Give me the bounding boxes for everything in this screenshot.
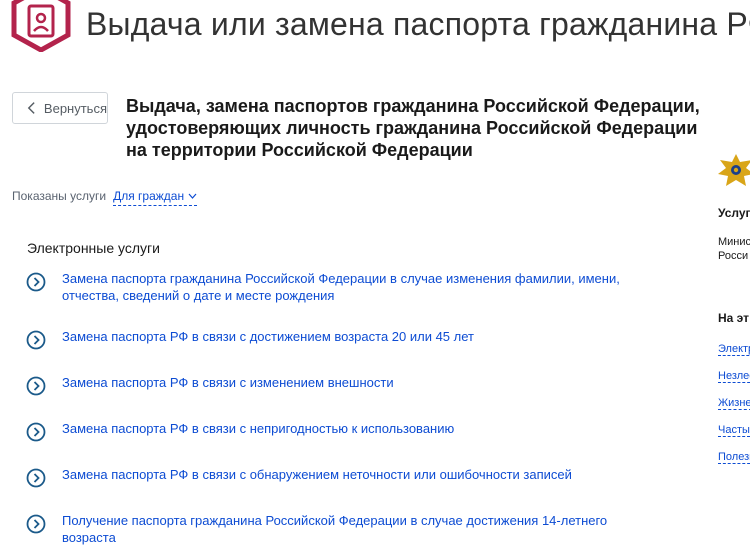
filter-value: Для граждан bbox=[113, 189, 185, 203]
service-link[interactable]: Замена паспорта РФ в связи с непригоднос… bbox=[62, 420, 622, 442]
back-button-label: Вернуться bbox=[43, 100, 107, 116]
arrow-right-circle-icon bbox=[26, 376, 46, 396]
chevron-left-icon bbox=[27, 102, 35, 114]
page-title: Выдача или замена паспорта гражданина РФ bbox=[86, 6, 750, 42]
service-item[interactable]: Замена паспорта РФ в связи с изменением … bbox=[26, 374, 626, 396]
service-link[interactable]: Замена паспорта гражданина Российской Фе… bbox=[62, 270, 622, 304]
service-item[interactable]: Замена паспорта гражданина Российской Фе… bbox=[26, 270, 626, 304]
arrow-right-circle-icon bbox=[26, 514, 46, 534]
nav-link[interactable]: Часты bbox=[718, 424, 750, 437]
provider-name-line: Минис bbox=[718, 236, 750, 248]
nav-link[interactable]: Жизне bbox=[718, 397, 750, 410]
service-item[interactable]: Получение паспорта гражданина Российской… bbox=[26, 512, 626, 546]
service-item[interactable]: Замена паспорта РФ в связи с обнаружение… bbox=[26, 466, 626, 488]
service-item[interactable]: Замена паспорта РФ в связи с достижением… bbox=[26, 328, 626, 350]
ministry-emblem-icon bbox=[718, 154, 750, 186]
service-link[interactable]: Замена паспорта РФ в связи с изменением … bbox=[62, 374, 622, 396]
service-item[interactable]: Замена паспорта РФ в связи с непригоднос… bbox=[26, 420, 626, 442]
nav-link[interactable]: Электр bbox=[718, 343, 750, 356]
arrow-right-circle-icon bbox=[26, 272, 46, 292]
arrow-right-circle-icon bbox=[26, 330, 46, 350]
service-link[interactable]: Замена паспорта РФ в связи с обнаружение… bbox=[62, 466, 622, 488]
service-title: Выдача, замена паспортов гражданина Росс… bbox=[126, 96, 700, 160]
service-link[interactable]: Замена паспорта РФ в связи с достижением… bbox=[62, 328, 622, 350]
filter-label: Показаны услуги bbox=[12, 189, 107, 203]
provider-name-line: Росси bbox=[718, 250, 749, 262]
service-filter: Показаны услуги Для граждан bbox=[12, 189, 198, 206]
back-button[interactable]: Вернуться bbox=[12, 92, 108, 124]
provider-heading: Услуг bbox=[718, 206, 750, 220]
passport-icon bbox=[11, 0, 71, 52]
filter-dropdown[interactable]: Для граждан bbox=[113, 189, 198, 206]
arrow-right-circle-icon bbox=[26, 468, 46, 488]
nav-link[interactable]: Полезн bbox=[718, 451, 750, 464]
section-heading: Электронные услуги bbox=[27, 240, 160, 256]
service-link[interactable]: Получение паспорта гражданина Российской… bbox=[62, 512, 622, 546]
chevron-down-icon bbox=[188, 193, 197, 199]
arrow-right-circle-icon bbox=[26, 422, 46, 442]
nav-heading: На эт bbox=[718, 311, 750, 325]
page: Выдача или замена паспорта гражданина РФ… bbox=[0, 0, 750, 546]
nav-link[interactable]: Незлео bbox=[718, 370, 750, 383]
